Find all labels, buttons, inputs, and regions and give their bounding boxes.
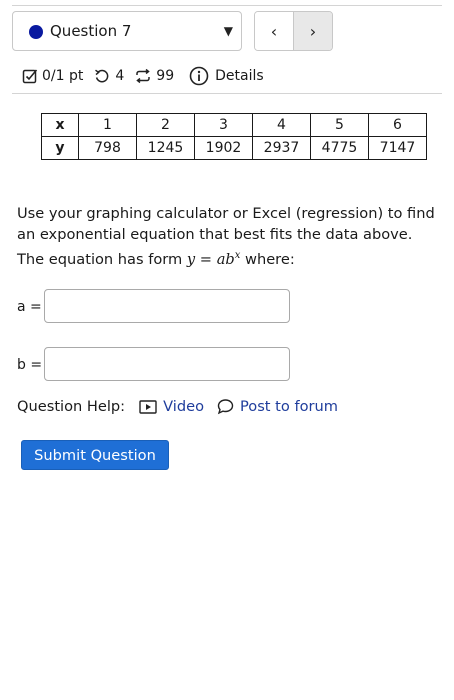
table-cell: 2937 xyxy=(252,136,311,160)
table-cell: 798 xyxy=(78,136,137,160)
video-label: Video xyxy=(163,398,204,415)
forum-link[interactable]: Post to forum xyxy=(217,398,338,415)
data-table: x 1 2 3 4 5 6 y 798 1245 1902 2937 4775 … xyxy=(41,113,427,160)
formula-y: y xyxy=(186,250,196,268)
meta-divider xyxy=(12,93,442,94)
submit-question-button[interactable]: Submit Question xyxy=(21,440,169,470)
table-row-y: y 798 1245 1902 2937 4775 7147 xyxy=(41,136,427,160)
table-cell: 1245 xyxy=(136,136,195,160)
prompt-suffix: where: xyxy=(240,250,295,268)
table-cell: 2 xyxy=(136,113,195,137)
a-input[interactable] xyxy=(44,289,290,323)
video-icon xyxy=(139,399,157,414)
attempts-count: 99 xyxy=(156,68,175,84)
checkbox-icon xyxy=(22,69,38,84)
retries-info: 4 xyxy=(94,68,124,84)
score-info: 0/1 pt xyxy=(22,68,83,84)
table-cell: 7147 xyxy=(368,136,427,160)
forum-label: Post to forum xyxy=(240,398,338,415)
speech-bubble-icon xyxy=(217,399,234,415)
attempts-info: 99 xyxy=(135,68,174,84)
question-nav: ‹ › xyxy=(254,11,333,51)
details-label: Details xyxy=(215,68,264,84)
formula-ab: ab xyxy=(216,250,235,268)
formula-equals: = xyxy=(195,250,217,268)
table-cell: 1 xyxy=(78,113,137,137)
info-icon xyxy=(189,66,209,86)
table-cell: 1902 xyxy=(194,136,253,160)
table-cell: 4 xyxy=(252,113,311,137)
question-prompt: Use your graphing calculator or Excel (r… xyxy=(17,203,442,270)
table-row-x: x 1 2 3 4 5 6 xyxy=(41,113,427,137)
caret-down-icon: ▼ xyxy=(223,24,233,38)
b-input[interactable] xyxy=(44,347,290,381)
retry-icon xyxy=(95,69,109,83)
table-cell: 4775 xyxy=(310,136,369,160)
table-cell: 3 xyxy=(194,113,253,137)
chevron-right-icon: › xyxy=(309,21,317,41)
b-label: b = xyxy=(17,357,43,373)
question-help-label: Question Help: xyxy=(17,398,126,415)
score-text: 0/1 pt xyxy=(42,68,84,84)
status-dot-icon xyxy=(29,25,43,39)
question-selector-label: Question 7 xyxy=(50,22,132,40)
table-cell: 6 xyxy=(368,113,427,137)
retries-count: 4 xyxy=(115,68,125,84)
question-meta: 0/1 pt 4 99 Details xyxy=(22,66,264,86)
repeat-icon xyxy=(136,68,151,84)
question-selector[interactable]: Question 7 ▼ xyxy=(12,11,242,51)
row-header-y: y xyxy=(41,136,79,160)
video-link[interactable]: Video xyxy=(139,398,204,415)
question-help: Question Help: Video Post to forum xyxy=(17,398,338,415)
a-label: a = xyxy=(17,299,42,315)
details-button[interactable]: Details xyxy=(189,66,264,86)
top-divider xyxy=(12,5,442,6)
row-header-x: x xyxy=(41,113,79,137)
formula: y = abx xyxy=(186,250,240,268)
next-question-button[interactable]: › xyxy=(294,12,332,50)
previous-question-button[interactable]: ‹ xyxy=(255,12,294,50)
table-cell: 5 xyxy=(310,113,369,137)
chevron-left-icon: ‹ xyxy=(270,21,278,41)
